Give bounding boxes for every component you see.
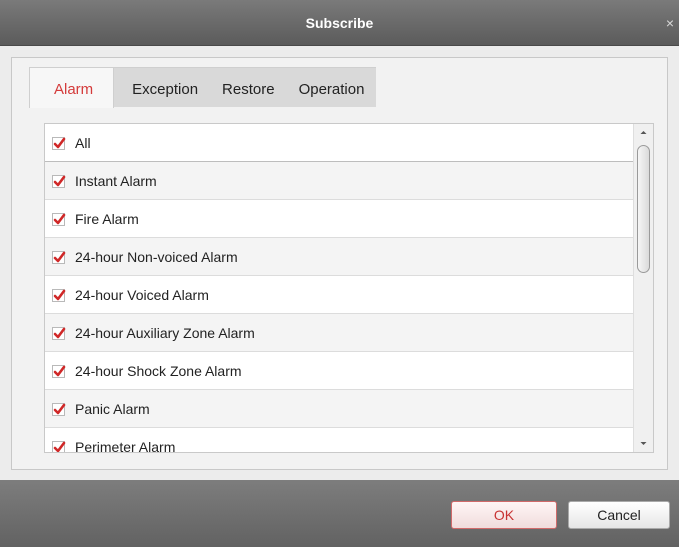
tab-alarm[interactable]: Alarm: [29, 67, 115, 108]
ok-button[interactable]: OK: [451, 501, 557, 529]
dialog-footer: OK Cancel: [0, 480, 679, 547]
list-item-label: Panic Alarm: [75, 401, 150, 417]
checkbox-all[interactable]: [52, 137, 66, 150]
close-icon[interactable]: ×: [663, 14, 677, 32]
list-item[interactable]: 24-hour Shock Zone Alarm: [45, 352, 633, 390]
list-item[interactable]: 24-hour Non-voiced Alarm: [45, 238, 633, 276]
checkbox[interactable]: [52, 213, 66, 226]
arrow-up-icon[interactable]: [634, 124, 653, 142]
arrow-down-icon[interactable]: [634, 434, 653, 452]
list-item[interactable]: Instant Alarm: [45, 162, 633, 200]
content-panel: Alarm Exception Restore Operation All In…: [11, 57, 668, 470]
checkmark-icon: [53, 137, 66, 149]
checkbox[interactable]: [52, 403, 66, 416]
checkmark-icon: [53, 327, 66, 339]
checkbox[interactable]: [52, 365, 66, 378]
vertical-scrollbar[interactable]: [633, 124, 653, 452]
list-item[interactable]: Fire Alarm: [45, 200, 633, 238]
checkbox[interactable]: [52, 289, 66, 302]
checkmark-icon: [53, 289, 66, 301]
tab-restore[interactable]: Restore: [210, 67, 287, 107]
checkmark-icon: [53, 441, 66, 452]
title-bar: Subscribe ×: [0, 0, 679, 46]
dialog-title: Subscribe: [305, 15, 374, 31]
list-item-all[interactable]: All: [45, 124, 633, 162]
checkbox[interactable]: [52, 175, 66, 188]
checkmark-icon: [53, 213, 66, 225]
list-item[interactable]: Panic Alarm: [45, 390, 633, 428]
list-item-label: Instant Alarm: [75, 173, 157, 189]
list-item-label: Perimeter Alarm: [75, 439, 176, 453]
list-item-label: 24-hour Shock Zone Alarm: [75, 363, 242, 379]
checkbox[interactable]: [52, 327, 66, 340]
subscribe-dialog: Subscribe × Alarm Exception Restore Oper…: [0, 0, 679, 547]
tab-bar: Alarm Exception Restore Operation: [29, 67, 377, 108]
alarm-list: All Instant Alarm Fire Alarm 24-hour Non…: [44, 123, 654, 453]
tab-exception[interactable]: Exception: [114, 67, 211, 107]
checkbox[interactable]: [52, 251, 66, 264]
list-item-label: 24-hour Voiced Alarm: [75, 287, 209, 303]
list-item-label: 24-hour Auxiliary Zone Alarm: [75, 325, 255, 341]
checkbox[interactable]: [52, 441, 66, 452]
checkmark-icon: [53, 403, 66, 415]
checkmark-icon: [53, 175, 66, 187]
list-item-label: 24-hour Non-voiced Alarm: [75, 249, 238, 265]
checkmark-icon: [53, 251, 66, 263]
list-item[interactable]: 24-hour Auxiliary Zone Alarm: [45, 314, 633, 352]
checkmark-icon: [53, 365, 66, 377]
list-item[interactable]: 24-hour Voiced Alarm: [45, 276, 633, 314]
list-item-label: Fire Alarm: [75, 211, 139, 227]
list-item-label: All: [75, 135, 91, 151]
list-item[interactable]: Perimeter Alarm: [45, 428, 633, 453]
scrollbar-thumb[interactable]: [637, 145, 650, 273]
cancel-button[interactable]: Cancel: [568, 501, 670, 529]
tab-operation[interactable]: Operation: [286, 67, 377, 107]
